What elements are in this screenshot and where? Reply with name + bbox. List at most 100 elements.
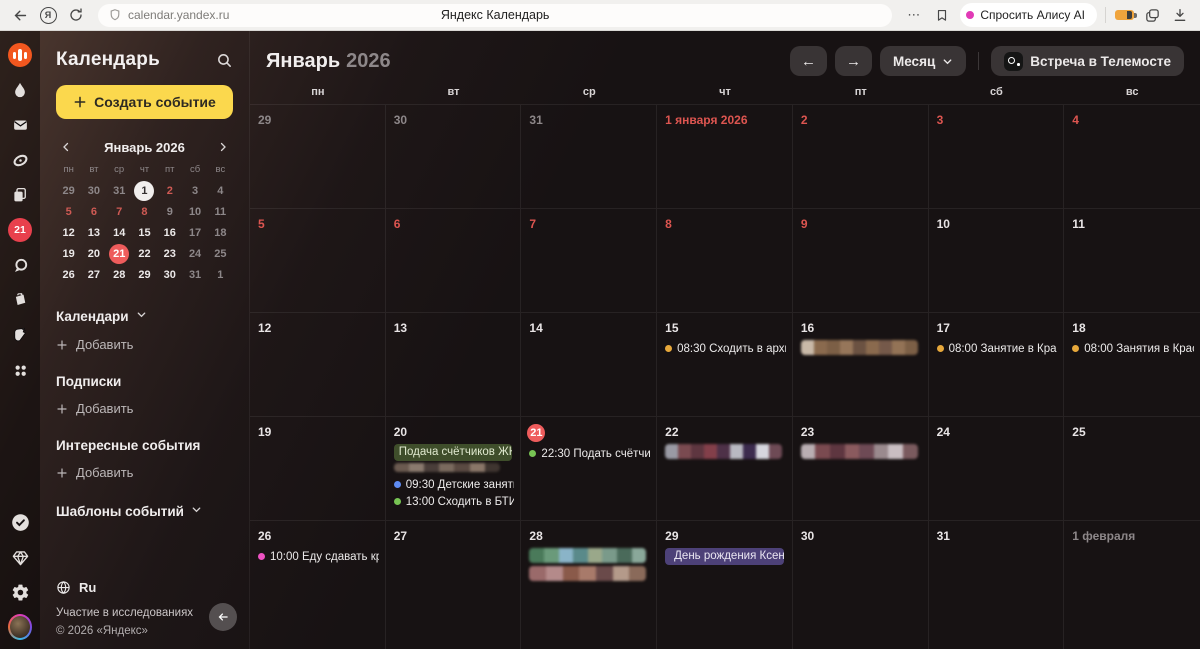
day-cell[interactable]: 12 bbox=[250, 312, 386, 416]
day-cell[interactable]: 3 bbox=[928, 104, 1065, 208]
add-item-button[interactable]: Добавить bbox=[56, 401, 233, 416]
mini-day-cell[interactable]: 1 bbox=[208, 265, 233, 285]
mini-day-cell[interactable]: 30 bbox=[157, 265, 182, 285]
day-cell[interactable]: 24 bbox=[928, 416, 1065, 520]
mini-day-cell[interactable]: 5 bbox=[56, 202, 81, 222]
day-cell[interactable]: 11 bbox=[1064, 208, 1200, 312]
address-bar[interactable]: calendar.yandex.ru Яндекс Календарь bbox=[98, 3, 893, 27]
search-icon[interactable] bbox=[216, 52, 233, 69]
mini-day-cell[interactable]: 31 bbox=[107, 181, 132, 201]
day-cell[interactable]: 7 bbox=[521, 208, 658, 312]
day-cell[interactable]: 1 января 2026 bbox=[657, 104, 793, 208]
day-cell[interactable]: 15 08:30 Сходить в архите... bbox=[657, 312, 793, 416]
day-cell[interactable]: 30 bbox=[792, 520, 929, 649]
day-cell[interactable]: 14 bbox=[521, 312, 658, 416]
day-cell[interactable]: 18 08:00 Занятия в Красн... bbox=[1064, 312, 1200, 416]
ask-alice-button[interactable]: Спросить Алису AI bbox=[960, 3, 1097, 27]
mini-day-cell[interactable]: 10 bbox=[182, 202, 207, 222]
collections-icon[interactable] bbox=[1142, 5, 1162, 25]
reload-icon[interactable] bbox=[66, 5, 86, 25]
mini-day-cell[interactable]: 25 bbox=[208, 244, 233, 264]
apps-grid-icon[interactable] bbox=[8, 358, 32, 382]
day-cell[interactable]: 5 bbox=[250, 208, 386, 312]
day-cell[interactable]: 21 22:30 Подать счётчики bbox=[521, 416, 658, 520]
day-cell[interactable]: 23 bbox=[792, 416, 929, 520]
mini-day-cell[interactable]: 3 bbox=[182, 181, 207, 201]
redacted-event[interactable] bbox=[529, 566, 647, 581]
yandex-logo-icon[interactable]: Я bbox=[38, 5, 58, 25]
mini-day-cell[interactable]: 12 bbox=[56, 223, 81, 243]
docs-icon[interactable] bbox=[8, 183, 32, 207]
mini-prev-icon[interactable] bbox=[58, 139, 74, 155]
mail-icon[interactable] bbox=[8, 113, 32, 137]
mini-day-cell[interactable]: 26 bbox=[56, 265, 81, 285]
notes-icon[interactable] bbox=[8, 323, 32, 347]
day-cell[interactable]: 26 10:00 Еду сдавать кровь bbox=[250, 520, 386, 649]
mini-day-cell[interactable]: 9 bbox=[157, 202, 182, 222]
drop-icon[interactable] bbox=[8, 78, 32, 102]
prev-month-button[interactable]: ← bbox=[789, 46, 827, 76]
sidebar-section-header[interactable]: Интересные события bbox=[56, 438, 233, 453]
language-switcher[interactable]: Ru bbox=[56, 580, 233, 595]
day-cell[interactable]: 28 bbox=[521, 520, 658, 649]
mini-day-cell[interactable]: 16 bbox=[157, 223, 182, 243]
mini-day-cell[interactable]: 13 bbox=[81, 223, 106, 243]
day-cell[interactable]: 8 bbox=[657, 208, 793, 312]
mini-day-cell[interactable]: 31 bbox=[182, 265, 207, 285]
day-cell[interactable]: 10 bbox=[928, 208, 1065, 312]
event-item[interactable]: 08:00 Занятие в Красн... bbox=[936, 340, 1057, 357]
mini-next-icon[interactable] bbox=[215, 139, 231, 155]
downloads-icon[interactable] bbox=[1170, 5, 1190, 25]
sidebar-section-header[interactable]: Календари bbox=[56, 307, 233, 325]
mini-day-cell[interactable]: 19 bbox=[56, 244, 81, 264]
mini-day-cell[interactable]: 29 bbox=[132, 265, 157, 285]
mini-day-cell[interactable]: 20 bbox=[81, 244, 106, 264]
redacted-event[interactable] bbox=[665, 444, 782, 459]
event-item[interactable]: 22:30 Подать счётчики bbox=[529, 445, 650, 462]
event-item[interactable]: 08:00 Занятия в Красн... bbox=[1072, 340, 1194, 357]
add-item-button[interactable]: Добавить bbox=[56, 465, 233, 480]
view-mode-dropdown[interactable]: Месяц bbox=[879, 46, 967, 76]
mini-day-cell[interactable]: 15 bbox=[132, 223, 157, 243]
yandex-id-logo[interactable] bbox=[8, 43, 32, 67]
mini-day-cell[interactable]: 23 bbox=[157, 244, 182, 264]
day-cell[interactable]: 20 Подача счётчиков ЖК П... 09:30 Детские … bbox=[385, 416, 522, 520]
redacted-event[interactable] bbox=[800, 340, 918, 355]
day-cell[interactable]: 9 bbox=[792, 208, 929, 312]
event-pill[interactable]: Подача счётчиков ЖК П... bbox=[393, 444, 513, 461]
mini-day-cell[interactable]: 24 bbox=[182, 244, 207, 264]
mini-day-cell[interactable]: 1 bbox=[132, 181, 157, 201]
day-cell[interactable]: 29 bbox=[250, 104, 386, 208]
day-cell[interactable]: 27 bbox=[385, 520, 522, 649]
day-cell[interactable]: 25 bbox=[1064, 416, 1200, 520]
user-avatar[interactable] bbox=[8, 614, 32, 640]
mini-day-cell[interactable]: 2 bbox=[157, 181, 182, 201]
sidebar-section-header[interactable]: Подписки bbox=[56, 374, 233, 389]
mini-day-cell[interactable]: 17 bbox=[182, 223, 207, 243]
tasks-check-icon[interactable] bbox=[8, 510, 32, 534]
day-cell[interactable]: 29 День рождения Ксен... bbox=[657, 520, 793, 649]
mini-day-cell[interactable]: 8 bbox=[132, 202, 157, 222]
more-icon[interactable]: ⋯ bbox=[904, 5, 924, 25]
redacted-event[interactable] bbox=[529, 548, 647, 563]
disk-icon[interactable] bbox=[8, 148, 32, 172]
day-cell[interactable]: 30 bbox=[385, 104, 522, 208]
create-event-button[interactable]: Создать событие bbox=[56, 85, 233, 119]
sidebar-section-header[interactable]: Шаблоны событий bbox=[56, 502, 233, 520]
day-cell[interactable]: 1 февраля bbox=[1064, 520, 1200, 649]
redacted-event[interactable] bbox=[800, 444, 918, 459]
day-cell[interactable]: 19 bbox=[250, 416, 386, 520]
event-item[interactable]: 10:00 Еду сдавать кровь bbox=[258, 548, 379, 565]
mini-day-cell[interactable]: 28 bbox=[107, 265, 132, 285]
settings-gear-icon[interactable] bbox=[8, 580, 32, 604]
mini-day-cell[interactable]: 7 bbox=[107, 202, 132, 222]
premium-diamond-icon[interactable] bbox=[8, 545, 32, 569]
collapse-sidebar-button[interactable] bbox=[209, 603, 237, 631]
mini-day-cell[interactable]: 21 bbox=[107, 244, 132, 264]
event-item[interactable]: 08:30 Сходить в архите... bbox=[665, 340, 786, 357]
day-cell[interactable]: 22 bbox=[657, 416, 793, 520]
day-cell[interactable]: 13 bbox=[385, 312, 522, 416]
back-icon[interactable] bbox=[10, 5, 30, 25]
event-item[interactable]: 13:00 Сходить в БТИ п... bbox=[393, 493, 514, 510]
day-cell[interactable]: 17 08:00 Занятие в Красн... bbox=[928, 312, 1065, 416]
